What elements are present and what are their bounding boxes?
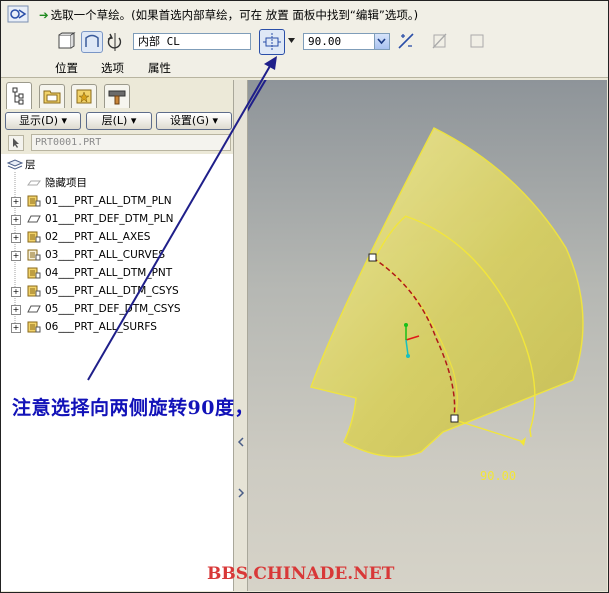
annotation-arrow xyxy=(87,56,277,381)
watermark-text: BBS.CHINADE.NET xyxy=(207,564,395,584)
annotation-text: 注意选择向两侧旋转90度， xyxy=(12,397,254,419)
